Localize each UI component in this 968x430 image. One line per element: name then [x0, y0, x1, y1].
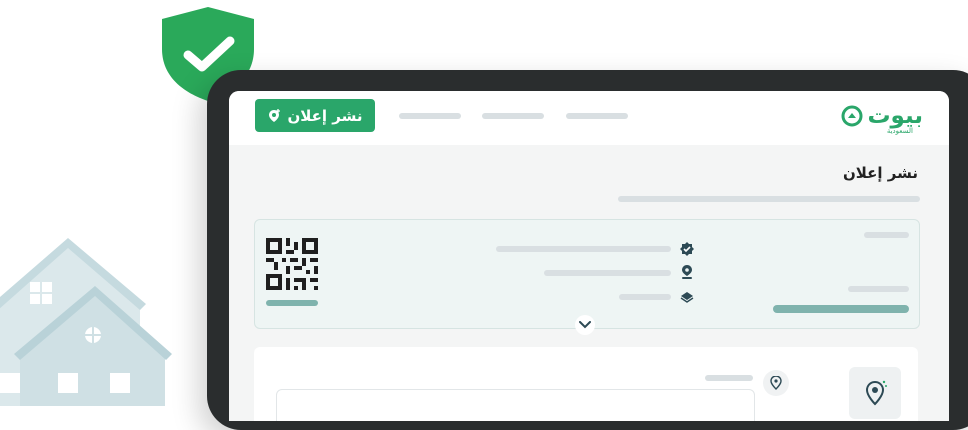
verified-badge-icon — [680, 242, 694, 256]
location-pin-icon — [682, 265, 692, 279]
post-ad-button-label: نشر إعلان — [287, 106, 363, 125]
location-card — [254, 347, 918, 421]
layers-icon — [680, 292, 694, 303]
map-pin-icon — [770, 376, 782, 390]
location-icon-tile — [849, 367, 901, 419]
listing-summary-card — [254, 219, 920, 329]
location-plus-icon — [269, 108, 281, 122]
map-pin-button[interactable] — [763, 370, 789, 396]
tablet-screen: نشر إعلان بيوت السعودية نشر إعلان — [229, 91, 949, 421]
logo-subtext: السعودية — [886, 127, 913, 135]
top-navbar: نشر إعلان بيوت السعودية — [229, 91, 949, 145]
area-text-placeholder — [619, 294, 671, 300]
expand-button[interactable] — [575, 315, 595, 335]
chevron-down-icon — [579, 321, 591, 329]
nav-link-placeholder[interactable] — [482, 113, 544, 119]
license-text-placeholder — [496, 246, 671, 252]
address-input[interactable] — [276, 389, 755, 421]
price-bar — [773, 305, 909, 313]
subtitle-placeholder — [618, 196, 920, 202]
label-placeholder — [864, 232, 909, 238]
nav-link-placeholder[interactable] — [566, 113, 628, 119]
qr-code-icon — [266, 238, 318, 290]
house-logo-icon — [841, 105, 863, 127]
label-placeholder — [848, 286, 909, 292]
label-placeholder — [705, 375, 753, 381]
location-target-icon — [865, 380, 887, 406]
logo[interactable]: بيوت السعودية — [841, 102, 923, 135]
location-text-placeholder — [544, 270, 671, 276]
qr-label-bar — [266, 300, 318, 306]
logo-text: بيوت — [867, 102, 923, 129]
post-ad-button[interactable]: نشر إعلان — [255, 99, 375, 132]
page-title: نشر إعلان — [842, 164, 918, 182]
houses-illustration — [0, 238, 172, 406]
nav-link-placeholder[interactable] — [399, 113, 461, 119]
